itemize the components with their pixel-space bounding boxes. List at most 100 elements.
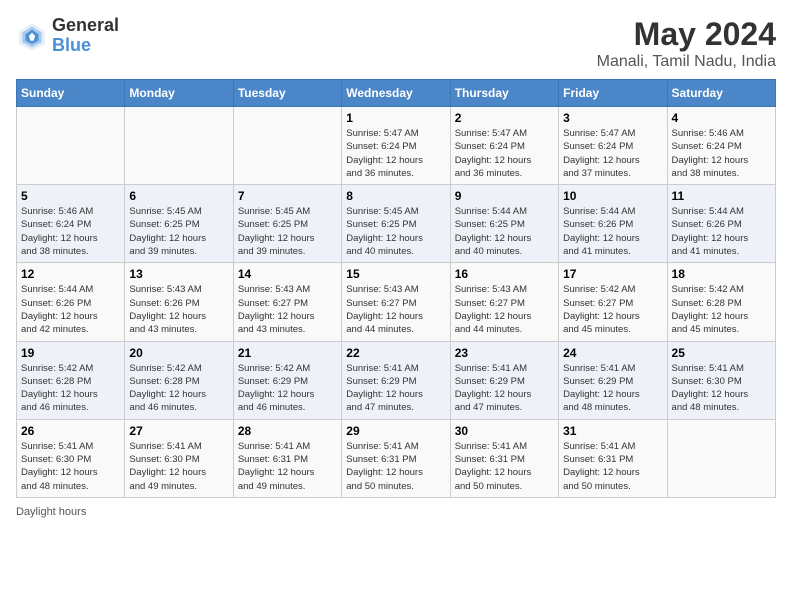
day-number: 14 [238, 267, 337, 281]
day-number: 15 [346, 267, 445, 281]
day-header: Wednesday [342, 80, 450, 107]
day-number: 6 [129, 189, 228, 203]
day-info: Sunrise: 5:46 AM Sunset: 6:24 PM Dayligh… [672, 127, 771, 180]
day-number: 29 [346, 424, 445, 438]
calendar-week-row: 19 Sunrise: 5:42 AM Sunset: 6:28 PM Dayli… [17, 341, 776, 419]
day-info: Sunrise: 5:42 AM Sunset: 6:28 PM Dayligh… [672, 283, 771, 336]
day-number: 26 [21, 424, 120, 438]
calendar-cell: 7 Sunrise: 5:45 AM Sunset: 6:25 PM Daylig… [233, 185, 341, 263]
day-info: Sunrise: 5:44 AM Sunset: 6:26 PM Dayligh… [21, 283, 120, 336]
calendar-week-row: 5 Sunrise: 5:46 AM Sunset: 6:24 PM Daylig… [17, 185, 776, 263]
day-number: 8 [346, 189, 445, 203]
calendar-cell: 27 Sunrise: 5:41 AM Sunset: 6:30 PM Dayli… [125, 419, 233, 497]
day-number: 12 [21, 267, 120, 281]
day-info: Sunrise: 5:47 AM Sunset: 6:24 PM Dayligh… [346, 127, 445, 180]
day-info: Sunrise: 5:46 AM Sunset: 6:24 PM Dayligh… [21, 205, 120, 258]
calendar-cell: 8 Sunrise: 5:45 AM Sunset: 6:25 PM Daylig… [342, 185, 450, 263]
calendar-cell: 29 Sunrise: 5:41 AM Sunset: 6:31 PM Dayli… [342, 419, 450, 497]
calendar-cell: 2Sunrise: 5:47 AM Sunset: 6:24 PM Daylig… [450, 107, 558, 185]
day-info: Sunrise: 5:44 AM Sunset: 6:26 PM Dayligh… [563, 205, 662, 258]
day-info: Sunrise: 5:41 AM Sunset: 6:30 PM Dayligh… [21, 440, 120, 493]
day-info: Sunrise: 5:44 AM Sunset: 6:25 PM Dayligh… [455, 205, 554, 258]
logo-line2: Blue [52, 36, 119, 56]
day-number: 27 [129, 424, 228, 438]
calendar-cell: 14 Sunrise: 5:43 AM Sunset: 6:27 PM Dayli… [233, 263, 341, 341]
logo-icon [16, 20, 48, 52]
day-number: 17 [563, 267, 662, 281]
day-info: Sunrise: 5:41 AM Sunset: 6:29 PM Dayligh… [455, 362, 554, 415]
calendar-cell: 19Sunrise: 5:42 AM Sunset: 6:28 PM Dayli… [17, 341, 125, 419]
day-number: 21 [238, 346, 337, 360]
calendar-cell: 24 Sunrise: 5:41 AM Sunset: 6:29 PM Dayli… [559, 341, 667, 419]
day-number: 11 [672, 189, 771, 203]
day-info: Sunrise: 5:41 AM Sunset: 6:31 PM Dayligh… [238, 440, 337, 493]
day-header: Thursday [450, 80, 558, 107]
page-subtitle: Manali, Tamil Nadu, India [597, 53, 776, 71]
day-number: 13 [129, 267, 228, 281]
calendar-cell: 30 Sunrise: 5:41 AM Sunset: 6:31 PM Dayli… [450, 419, 558, 497]
day-number: 28 [238, 424, 337, 438]
calendar-cell: 31 Sunrise: 5:41 AM Sunset: 6:31 PM Dayli… [559, 419, 667, 497]
day-number: 23 [455, 346, 554, 360]
day-info: Sunrise: 5:41 AM Sunset: 6:29 PM Dayligh… [563, 362, 662, 415]
calendar-cell: 12 Sunrise: 5:44 AM Sunset: 6:26 PM Dayli… [17, 263, 125, 341]
footer-text: Daylight hours [16, 506, 86, 518]
day-number: 1 [346, 111, 445, 125]
calendar-cell: 5 Sunrise: 5:46 AM Sunset: 6:24 PM Daylig… [17, 185, 125, 263]
calendar-cell [17, 107, 125, 185]
day-info: Sunrise: 5:43 AM Sunset: 6:27 PM Dayligh… [238, 283, 337, 336]
day-number: 31 [563, 424, 662, 438]
calendar-week-row: 12 Sunrise: 5:44 AM Sunset: 6:26 PM Dayli… [17, 263, 776, 341]
day-number: 2 [455, 111, 554, 125]
calendar-cell [667, 419, 775, 497]
calendar-cell: 13 Sunrise: 5:43 AM Sunset: 6:26 PM Dayli… [125, 263, 233, 341]
day-number: 18 [672, 267, 771, 281]
day-number: 9 [455, 189, 554, 203]
day-info: Sunrise: 5:43 AM Sunset: 6:26 PM Dayligh… [129, 283, 228, 336]
day-info: Sunrise: 5:41 AM Sunset: 6:30 PM Dayligh… [129, 440, 228, 493]
day-info: Sunrise: 5:41 AM Sunset: 6:31 PM Dayligh… [346, 440, 445, 493]
calendar-cell: 20 Sunrise: 5:42 AM Sunset: 6:28 PM Dayli… [125, 341, 233, 419]
day-header: Monday [125, 80, 233, 107]
calendar-cell: 10 Sunrise: 5:44 AM Sunset: 6:26 PM Dayli… [559, 185, 667, 263]
calendar-cell: 11 Sunrise: 5:44 AM Sunset: 6:26 PM Dayli… [667, 185, 775, 263]
day-info: Sunrise: 5:44 AM Sunset: 6:26 PM Dayligh… [672, 205, 771, 258]
page-header: General Blue May 2024 Manali, Tamil Nadu… [16, 16, 776, 71]
day-number: 7 [238, 189, 337, 203]
calendar-cell: 28 Sunrise: 5:41 AM Sunset: 6:31 PM Dayli… [233, 419, 341, 497]
day-info: Sunrise: 5:42 AM Sunset: 6:28 PM Dayligh… [129, 362, 228, 415]
day-number: 24 [563, 346, 662, 360]
day-info: Sunrise: 5:41 AM Sunset: 6:29 PM Dayligh… [346, 362, 445, 415]
day-number: 4 [672, 111, 771, 125]
logo: General Blue [16, 16, 119, 56]
calendar-cell: 15 Sunrise: 5:43 AM Sunset: 6:27 PM Dayli… [342, 263, 450, 341]
day-number: 5 [21, 189, 120, 203]
day-info: Sunrise: 5:45 AM Sunset: 6:25 PM Dayligh… [346, 205, 445, 258]
calendar-week-row: 1 Sunrise: 5:47 AM Sunset: 6:24 PM Daylig… [17, 107, 776, 185]
day-number: 16 [455, 267, 554, 281]
day-number: 3 [563, 111, 662, 125]
calendar-cell: 9 Sunrise: 5:44 AM Sunset: 6:25 PM Daylig… [450, 185, 558, 263]
day-info: Sunrise: 5:43 AM Sunset: 6:27 PM Dayligh… [346, 283, 445, 336]
footer: Daylight hours [16, 506, 776, 518]
calendar-cell: 26 Sunrise: 5:41 AM Sunset: 6:30 PM Dayli… [17, 419, 125, 497]
day-number: 25 [672, 346, 771, 360]
day-header: Saturday [667, 80, 775, 107]
calendar-cell: 4 Sunrise: 5:46 AM Sunset: 6:24 PM Daylig… [667, 107, 775, 185]
day-info: Sunrise: 5:45 AM Sunset: 6:25 PM Dayligh… [238, 205, 337, 258]
day-header: Friday [559, 80, 667, 107]
day-info: Sunrise: 5:47 AM Sunset: 6:24 PM Dayligh… [563, 127, 662, 180]
day-info: Sunrise: 5:41 AM Sunset: 6:31 PM Dayligh… [455, 440, 554, 493]
day-info: Sunrise: 5:41 AM Sunset: 6:30 PM Dayligh… [672, 362, 771, 415]
calendar-cell: 3 Sunrise: 5:47 AM Sunset: 6:24 PM Daylig… [559, 107, 667, 185]
day-number: 22 [346, 346, 445, 360]
day-number: 30 [455, 424, 554, 438]
day-number: 20 [129, 346, 228, 360]
day-number: 10 [563, 189, 662, 203]
day-info: Sunrise: 5:41 AM Sunset: 6:31 PM Dayligh… [563, 440, 662, 493]
calendar-cell: 17Sunrise: 5:42 AM Sunset: 6:27 PM Dayli… [559, 263, 667, 341]
day-number: 19 [21, 346, 120, 360]
calendar-cell: 25 Sunrise: 5:41 AM Sunset: 6:30 PM Dayli… [667, 341, 775, 419]
day-header: Tuesday [233, 80, 341, 107]
calendar-header-row: SundayMondayTuesdayWednesdayThursdayFrid… [17, 80, 776, 107]
